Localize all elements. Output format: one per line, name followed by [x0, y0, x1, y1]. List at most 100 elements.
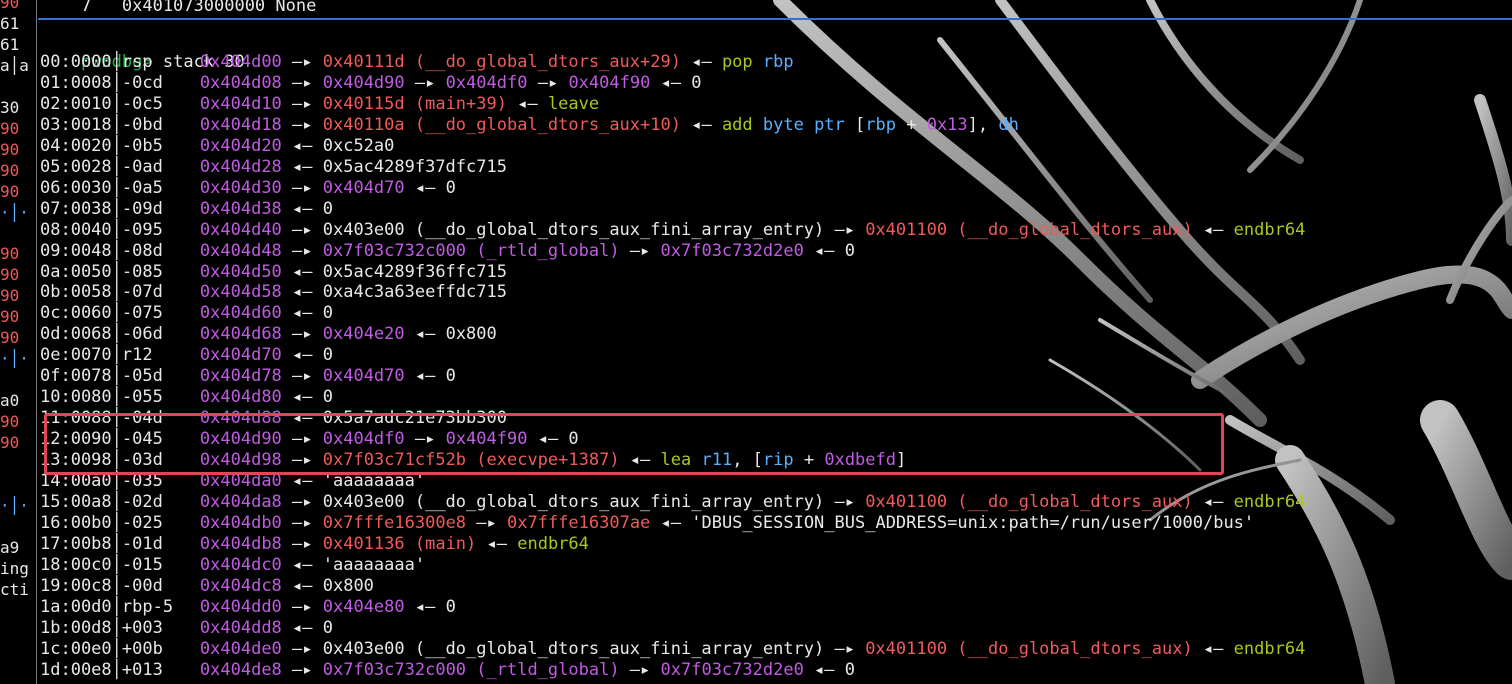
column-separator: │ [111, 52, 122, 72]
stack-value-part: ◂— 0 [404, 596, 456, 617]
gutter-fragment: 90 [0, 139, 20, 159]
stack-offset: -085 [121, 261, 184, 282]
stack-value-part: 0x401100 (__do_global_dtors_aux) [865, 638, 1193, 659]
stack-index: 1d:00e8 [40, 659, 112, 680]
stack-index: 04:0020 [40, 135, 112, 156]
stack-value-part: 0x404d18 [199, 114, 282, 135]
stack-entry: 0d:0068│-06d 0x404d68 —▸ 0x404e20 ◂— 0x8… [40, 324, 497, 345]
stack-value-part: ◂— 0 [281, 387, 333, 408]
gutter-fragment: 90 [0, 286, 20, 306]
stack-value-part: 0x7f03c732d2e0 [660, 240, 804, 261]
stack-value-part: —▸ [527, 72, 569, 93]
pane-separator[interactable] [36, 0, 37, 684]
column-separator: │ [111, 491, 122, 512]
stack-entry: 08:0040│-095 0x404d40 —▸ 0x403e00 (__do_… [40, 220, 1305, 241]
stack-value-part: endbr64 [1233, 219, 1306, 240]
stack-value-part: —▸ 0x403e00 (__do_global_dtors_aux_fini_… [281, 638, 866, 659]
stack-offset: -00d [121, 575, 184, 596]
stack-value-part: 0x404d68 [199, 324, 282, 345]
stack-value-part: —▸ 0x403e00 (__do_global_dtors_aux_fini_… [281, 219, 866, 240]
terminal-pane[interactable]: 7 0x401073000000 None pwndbg> stack 30 0… [40, 0, 1510, 684]
stack-value-part: ◂— 'DBUS_SESSION_BUS_ADDRESS=unix:path=/… [650, 512, 1255, 533]
stack-value-part: ◂— 0 [803, 659, 855, 680]
column-separator: │ [111, 93, 122, 114]
stack-value-part: 0x401136 (main) [322, 533, 477, 554]
column-separator: │ [111, 638, 122, 659]
stack-index: 0b:0058 [40, 282, 112, 303]
stack-entry: 01:0008│-0cd 0x404d08 —▸ 0x404d90 —▸ 0x4… [40, 73, 702, 94]
column-separator: │ [111, 617, 122, 638]
stack-value-part: 0x404d60 [199, 303, 282, 324]
stack-offset: -055 [121, 387, 184, 408]
command-line[interactable]: pwndbg> stack 30 [40, 31, 245, 72]
stack-entry: 10:0080│-055 0x404d80 ◂— 0 [40, 387, 333, 408]
left-pane-gutter: 90 61 61 a│a 30 90 90 90 90 ·│· 90 90 90 90 90 ·│· a0 90 9… [0, 0, 34, 684]
stack-index: 16:00b0 [40, 512, 112, 533]
stack-index: 08:0040 [40, 219, 112, 240]
stack-value-part: endbr64 [517, 533, 589, 554]
column-separator: │ [111, 135, 122, 156]
column-separator: │ [111, 240, 122, 261]
column-separator: │ [111, 177, 122, 198]
column-separator: │ [111, 659, 122, 680]
stack-value-part: ◂— [680, 52, 722, 72]
column-separator: │ [111, 282, 122, 303]
gutter-fragment: a9 [0, 537, 20, 557]
stack-value-part: ◂— 0x800 [281, 575, 374, 596]
previous-output-line: 7 0x401073000000 None [40, 0, 317, 16]
stack-index: 07:0038 [40, 198, 112, 219]
stack-entry: 1d:00e8│+013 0x404de8 —▸ 0x7f03c732c000 … [40, 660, 855, 681]
stack-value-part: 0x7fffe16300e8 [322, 512, 467, 533]
stack-entry: 0c:0060│-075 0x404d60 ◂— 0 [40, 303, 333, 324]
stack-offset: -02d [121, 491, 184, 512]
stack-value-part: 0x404d58 [199, 282, 282, 303]
gutter-fragment [0, 76, 34, 97]
stack-value-part: 0x401100 (__do_global_dtors_aux) [865, 491, 1193, 512]
column-separator: │ [111, 366, 122, 387]
stack-offset: -05d [121, 366, 184, 387]
stack-value-part: byte ptr [762, 114, 856, 135]
stack-value-part: 0x404de8 [199, 659, 282, 680]
stack-index: 0c:0060 [40, 303, 112, 324]
stack-value-part: 0x404d30 [199, 177, 282, 198]
stack-value-part: —▸ [281, 240, 323, 261]
stack-entry: 1b:00d8│+003 0x404dd8 ◂— 0 [40, 618, 333, 639]
stack-entry: 02:0010│-0c5 0x404d10 —▸ 0x40115d (main+… [40, 94, 599, 115]
stack-value-part: ◂— 0x5ac4289f37dfc715 [281, 156, 507, 177]
stack-entry: 1c:00e0│+00b 0x404de0 —▸ 0x403e00 (__do_… [40, 639, 1305, 660]
stack-value-part: 0x404e80 [322, 596, 405, 617]
gutter-fragment: ·│· [0, 349, 29, 369]
stack-index: 02:0010 [40, 93, 112, 114]
stack-entry: 07:0038│-09d 0x404d38 ◂— 0 [40, 199, 333, 220]
gutter-fragment: a│a [0, 55, 29, 75]
column-separator: │ [111, 512, 122, 533]
stack-entry: 06:0030│-0a5 0x404d30 —▸ 0x404d70 ◂— 0 [40, 178, 456, 199]
stack-offset: -07d [121, 282, 184, 303]
stack-index: 19:00c8 [40, 575, 112, 596]
stack-value-part: —▸ [281, 52, 323, 72]
stack-index: 06:0030 [40, 177, 112, 198]
stack-value-part: —▸ [281, 366, 323, 387]
stack-value-part: —▸ [281, 93, 323, 114]
gutter-fragment: 90 [0, 118, 20, 138]
stack-value-part: 0x404f90 [568, 72, 651, 93]
stack-entry: 00:0000│rsp 0x404d00 —▸ 0x40111d (__do_g… [40, 52, 794, 73]
gutter-fragment: 30 [0, 97, 20, 117]
stack-value-part: —▸ [281, 512, 323, 533]
stack-offset: -015 [121, 554, 184, 575]
stack-offset: +00b [121, 638, 184, 659]
stack-index: 1c:00e0 [40, 638, 112, 659]
gutter-fragment: 90 [0, 244, 20, 264]
gutter-fragment: 90 [0, 328, 20, 348]
stack-value-part: 0x404df0 [445, 72, 528, 93]
gutter-fragment: a0 [0, 391, 20, 411]
stack-value-part: ◂— 0 [650, 72, 702, 93]
stack-value-part: endbr64 [1233, 491, 1306, 512]
gutter-fragment: 90 [0, 432, 20, 452]
column-separator: │ [111, 554, 122, 575]
stack-offset: -025 [121, 512, 184, 533]
stack-value-part: —▸ [281, 596, 323, 617]
gutter-fragment: 90 [0, 412, 20, 431]
stack-value-part: —▸ [281, 72, 323, 93]
stack-offset: -0cd [121, 72, 184, 93]
